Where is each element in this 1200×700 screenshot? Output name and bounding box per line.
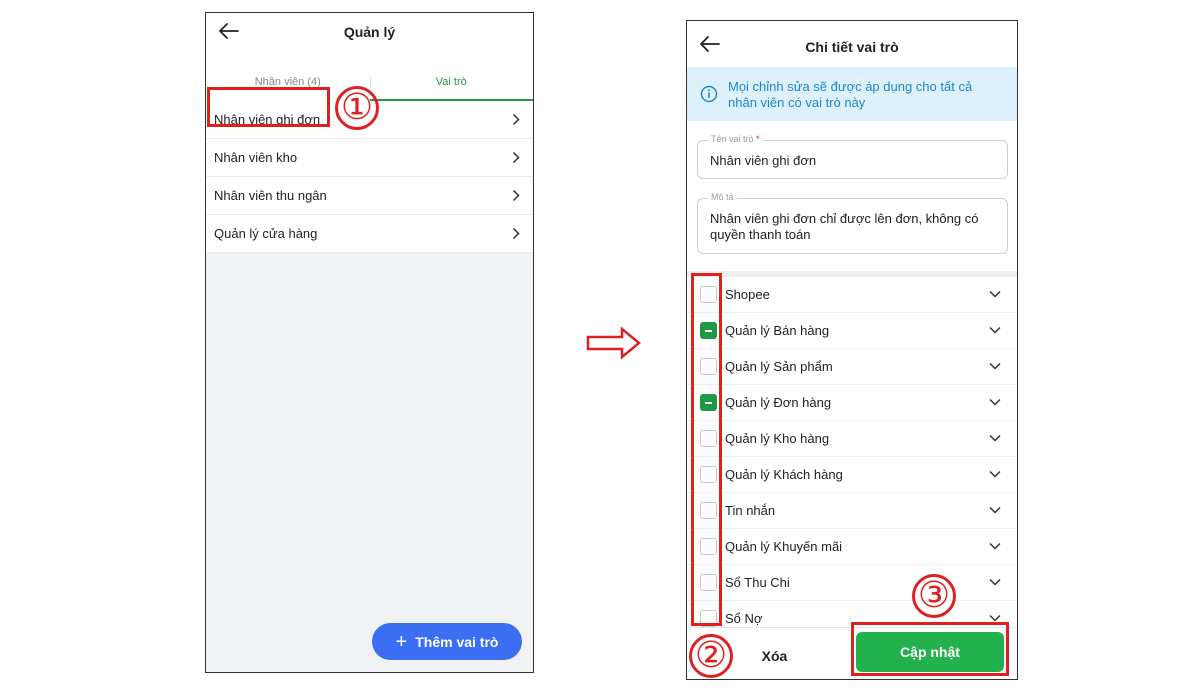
info-icon bbox=[700, 85, 718, 103]
chevron-down-icon[interactable] bbox=[989, 578, 1001, 586]
delete-button[interactable]: Xóa bbox=[717, 636, 832, 676]
step3-badge: ③ bbox=[912, 574, 956, 618]
chevron-down-icon[interactable] bbox=[989, 326, 1001, 334]
chevron-down-icon[interactable] bbox=[989, 506, 1001, 514]
permission-row[interactable]: Sổ Thu Chi bbox=[687, 565, 1017, 601]
page-title: Quản lý bbox=[343, 24, 396, 40]
description-input[interactable]: Nhân viên ghi đơn chỉ được lên đơn, khôn… bbox=[710, 211, 997, 243]
description-label: Mô tả bbox=[708, 192, 737, 202]
step1-highlight-box bbox=[207, 87, 330, 127]
role-form: Tên vai trò * Nhân viên ghi đơn Mô tả Nh… bbox=[687, 121, 1017, 271]
header: Chi tiết vai trò bbox=[687, 21, 1017, 67]
chevron-right-icon bbox=[512, 113, 520, 126]
permission-row[interactable]: Quản lý Kho hàng bbox=[687, 421, 1017, 457]
right-screen-role-detail: Chi tiết vai trò Mọi chỉnh sửa sẽ được á… bbox=[686, 20, 1018, 680]
permission-label: Quản lý Đơn hàng bbox=[725, 395, 832, 410]
chevron-down-icon[interactable] bbox=[989, 362, 1001, 370]
flow-arrow-icon bbox=[586, 326, 641, 360]
permission-label: Shopee bbox=[725, 287, 770, 302]
permission-row[interactable]: Quản lý Khách hàng bbox=[687, 457, 1017, 493]
add-role-button[interactable]: + Thêm vai trò bbox=[372, 623, 522, 660]
permission-row[interactable]: Quản lý Khuyến mãi bbox=[687, 529, 1017, 565]
role-item-label: Nhân viên kho bbox=[214, 150, 298, 165]
role-item[interactable]: Nhân viên kho bbox=[206, 139, 533, 177]
permission-label: Sổ Nợ bbox=[725, 611, 763, 626]
permission-label: Sổ Thu Chi bbox=[725, 575, 790, 590]
step3-highlight-box bbox=[851, 622, 1009, 676]
permission-row[interactable]: Quản lý Bán hàng bbox=[687, 313, 1017, 349]
permission-row[interactable]: Quản lý Sản phẩm bbox=[687, 349, 1017, 385]
permission-label: Quản lý Khách hàng bbox=[725, 467, 843, 482]
role-item-label: Nhân viên thu ngân bbox=[214, 188, 327, 203]
info-banner: Mọi chỉnh sửa sẽ được áp dụng cho tất cả… bbox=[687, 67, 1017, 121]
permission-label: Quản lý Kho hàng bbox=[725, 431, 830, 446]
chevron-down-icon[interactable] bbox=[989, 434, 1001, 442]
role-item[interactable]: Nhân viên thu ngân bbox=[206, 177, 533, 215]
chevron-right-icon bbox=[512, 189, 520, 202]
role-name-label: Tên vai trò * bbox=[708, 134, 763, 144]
step1-badge: ① bbox=[335, 86, 379, 130]
role-name-field[interactable]: Tên vai trò * Nhân viên ghi đơn bbox=[697, 134, 1008, 179]
role-name-input[interactable]: Nhân viên ghi đơn bbox=[710, 153, 997, 169]
role-item[interactable]: Quản lý cửa hàng bbox=[206, 215, 533, 253]
permission-label: Tin nhắn bbox=[725, 503, 776, 518]
permission-label: Quản lý Khuyến mãi bbox=[725, 539, 843, 554]
step2-badge: ② bbox=[689, 634, 733, 678]
chevron-right-icon bbox=[512, 151, 520, 164]
page-title: Chi tiết vai trò bbox=[805, 39, 899, 55]
permission-list: Shopee Quản lý Bán hàng Quản lý Sản phẩm Qu… bbox=[687, 277, 1017, 627]
chevron-down-icon[interactable] bbox=[989, 290, 1001, 298]
permission-row[interactable]: Shopee bbox=[687, 277, 1017, 313]
chevron-down-icon[interactable] bbox=[989, 398, 1001, 406]
chevron-down-icon[interactable] bbox=[989, 470, 1001, 478]
permission-row[interactable]: Tin nhắn bbox=[687, 493, 1017, 529]
role-item-label: Quản lý cửa hàng bbox=[214, 226, 318, 241]
permission-label: Quản lý Bán hàng bbox=[725, 323, 830, 338]
step2-highlight-box bbox=[691, 273, 722, 626]
chevron-down-icon[interactable] bbox=[989, 542, 1001, 550]
tab-roles[interactable]: Vai trò bbox=[370, 51, 534, 101]
description-field[interactable]: Mô tả Nhân viên ghi đơn chỉ được lên đơn… bbox=[697, 192, 1008, 254]
info-banner-text: Mọi chỉnh sửa sẽ được áp dụng cho tất cả… bbox=[728, 79, 973, 110]
permission-label: Quản lý Sản phẩm bbox=[725, 359, 833, 374]
header: Quản lý bbox=[206, 13, 533, 51]
chevron-right-icon bbox=[512, 227, 520, 240]
plus-icon: + bbox=[395, 630, 408, 653]
add-role-label: Thêm vai trò bbox=[415, 633, 499, 650]
permission-row[interactable]: Quản lý Đơn hàng bbox=[687, 385, 1017, 421]
chevron-down-icon[interactable] bbox=[989, 614, 1001, 622]
